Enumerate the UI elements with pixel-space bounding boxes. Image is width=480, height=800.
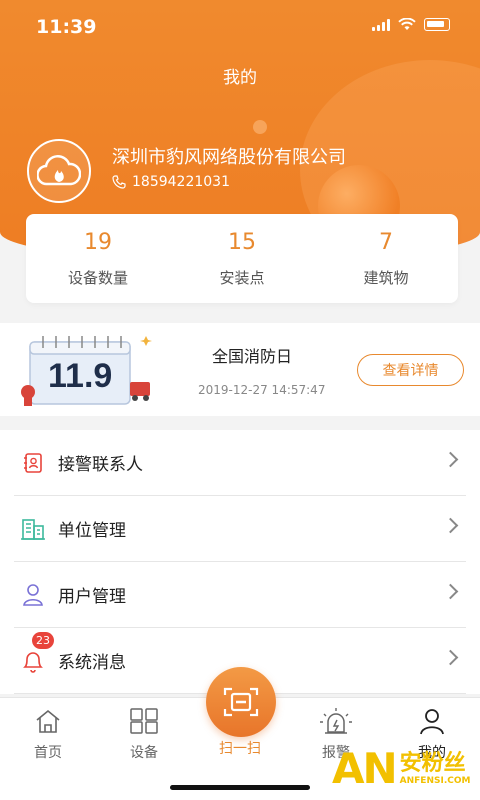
- home-indicator: [170, 785, 310, 790]
- wifi-icon: [398, 18, 416, 30]
- tab-label: 首页: [34, 745, 62, 761]
- menu-item-user-management[interactable]: 用户管理: [14, 562, 466, 628]
- watermark-cn: 安粉丝: [399, 750, 466, 776]
- stat-label: 安装点: [219, 269, 265, 287]
- alarm-icon: [288, 706, 384, 736]
- menu-item-label: 单位管理: [58, 521, 126, 541]
- tab-scan[interactable]: 扫一扫: [192, 738, 288, 758]
- tab-label: 扫一扫: [219, 741, 261, 757]
- devices-icon: [96, 706, 192, 736]
- company-name: 深圳市豹风网络股份有限公司: [112, 147, 346, 168]
- watermark-an: AN: [332, 744, 398, 793]
- calendar-illustration: 11.9: [21, 336, 152, 406]
- stat-value: 15: [228, 230, 256, 255]
- status-icons: [372, 18, 450, 31]
- chevron-right-icon: [442, 583, 459, 600]
- menu-item-label: 系统消息: [58, 653, 126, 673]
- stat-value: 19: [84, 230, 112, 255]
- contact-book-icon: [20, 450, 46, 476]
- watermark-logo: AN 安粉丝 ANFENSI.COM: [332, 748, 470, 790]
- chevron-right-icon: [442, 649, 459, 666]
- stat-label: 建筑物: [363, 269, 409, 287]
- profile-icon: [384, 706, 480, 736]
- menu-item-alarm-contacts[interactable]: 接警联系人: [14, 430, 466, 496]
- watermark-text: 安粉丝 ANFENSI.COM: [399, 750, 471, 786]
- bell-icon: [20, 648, 46, 674]
- signal-icon: [372, 19, 390, 31]
- battery-icon: [424, 18, 450, 31]
- stat-label: 设备数量: [67, 269, 128, 287]
- menu-item-label: 用户管理: [58, 587, 126, 607]
- view-details-button[interactable]: 查看详情: [357, 354, 464, 386]
- unread-count-badge: 23: [32, 632, 54, 649]
- scan-button[interactable]: [206, 667, 276, 737]
- calendar-number: 11.9: [48, 357, 112, 395]
- tab-devices[interactable]: 设备: [96, 706, 192, 762]
- phone-row: 18594221031: [112, 174, 230, 190]
- stat-value: 7: [379, 230, 393, 255]
- home-icon: [0, 706, 96, 736]
- stat-install-points[interactable]: 15 安装点: [170, 214, 314, 303]
- phone-number: 18594221031: [132, 174, 230, 190]
- tab-home[interactable]: 首页: [0, 706, 96, 762]
- phone-icon: [112, 175, 126, 189]
- stats-card: 19 设备数量 15 安装点 7 建筑物: [26, 214, 458, 303]
- watermark-en: ANFENSI.COM: [399, 775, 471, 786]
- company-avatar[interactable]: [27, 139, 91, 203]
- page-title: 我的: [223, 68, 257, 88]
- cloud-flame-icon: [37, 155, 81, 186]
- settings-menu: 接警联系人 单位管理 用户管理 23 系统消息: [0, 430, 480, 694]
- status-time: 11:39: [36, 16, 97, 38]
- stat-buildings[interactable]: 7 建筑物: [314, 214, 458, 303]
- decorative-bubble-small: [253, 120, 267, 134]
- menu-item-label: 接警联系人: [58, 455, 143, 475]
- user-icon: [20, 582, 46, 608]
- event-time: 2019-12-27 14:57:47: [198, 383, 326, 397]
- menu-item-unit-management[interactable]: 单位管理: [14, 496, 466, 562]
- chevron-right-icon: [442, 517, 459, 534]
- fire-day-card: 11.9 全国消防日 2019-12-27 14:57:47 查看详情: [0, 323, 480, 416]
- event-title: 全国消防日: [212, 347, 293, 366]
- building-icon: [20, 516, 46, 542]
- stat-device-count[interactable]: 19 设备数量: [26, 214, 170, 303]
- status-bar: 11:39: [0, 0, 480, 52]
- tab-label: 设备: [130, 745, 158, 761]
- chevron-right-icon: [442, 451, 459, 468]
- scan-icon: [223, 687, 259, 717]
